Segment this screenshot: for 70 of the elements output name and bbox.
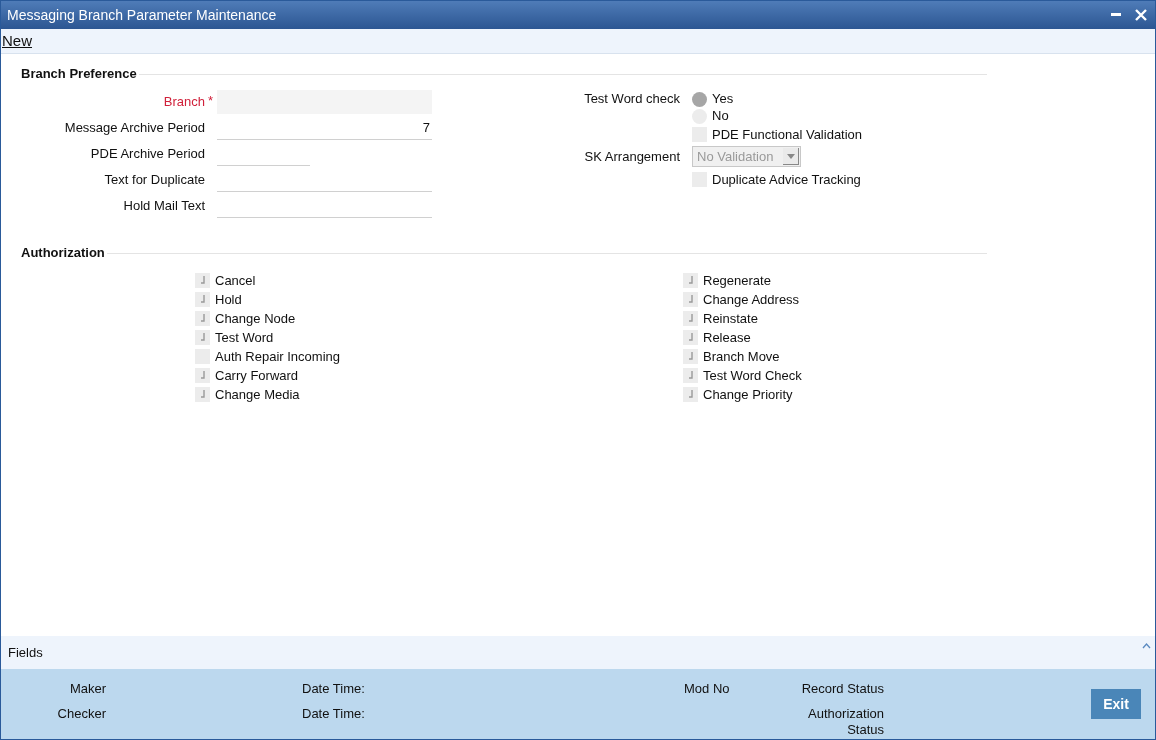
checked-checkbox[interactable] [195, 368, 210, 383]
fields-bar[interactable]: Fields [1, 636, 1155, 669]
collapse-icon[interactable] [1142, 643, 1151, 649]
checked-checkbox[interactable] [683, 387, 698, 402]
exit-button[interactable]: Exit [1091, 689, 1141, 719]
checkbox-label: Carry Forward [214, 366, 299, 385]
radio-button[interactable] [692, 91, 707, 107]
tick-icon [199, 295, 206, 304]
checkbox-label: Change Priority [702, 385, 793, 404]
option-label: Yes [711, 90, 734, 109]
field-label: Message Archive Period [63, 118, 205, 137]
field-label: SK Arrangement [583, 147, 681, 166]
tick-icon [687, 276, 694, 285]
tick-icon [687, 333, 694, 342]
tick-icon [687, 390, 694, 399]
window-title: Messaging Branch Parameter Maintenance [7, 5, 277, 25]
close-icon[interactable] [1135, 9, 1147, 21]
checked-checkbox[interactable] [683, 330, 698, 345]
checkbox-label: Change Node [214, 309, 296, 328]
tick-icon [687, 352, 694, 361]
audit-label: Record Status [800, 681, 884, 696]
tick-icon [199, 371, 206, 380]
checkbox-label: Auth Repair Incoming [214, 347, 340, 366]
checkbox-label: Cancel [214, 271, 256, 290]
section-heading: Authorization [21, 243, 106, 262]
checked-checkbox[interactable] [195, 292, 210, 307]
tick-icon [199, 276, 206, 285]
minimize-icon[interactable] [1111, 13, 1121, 17]
audit-label: Checker [56, 706, 106, 721]
tick-icon [199, 333, 206, 342]
audit-label: Date Time: [302, 706, 366, 721]
field-label: Branch [162, 92, 205, 111]
checked-checkbox[interactable] [195, 311, 210, 326]
checked-checkbox[interactable] [683, 273, 698, 288]
checked-checkbox[interactable] [683, 368, 698, 383]
section-heading: Branch Preference [21, 65, 138, 83]
required-mark: * [207, 91, 215, 110]
audit-label: Mod No [684, 681, 730, 696]
tick-icon [199, 314, 206, 323]
checked-checkbox[interactable] [683, 349, 698, 364]
checkbox-label: Test Word Check [702, 366, 802, 385]
checkbox-label: Change Media [214, 385, 300, 404]
checkbox-label: Change Address [702, 290, 800, 309]
checked-checkbox[interactable] [195, 273, 210, 288]
checkbox-label: Duplicate Advice Tracking [711, 170, 861, 189]
field-label: Text for Duplicate [103, 170, 205, 189]
checkbox-label: Release [702, 328, 751, 347]
field-label: PDE Archive Period [89, 144, 205, 163]
checked-checkbox[interactable] [195, 387, 210, 402]
field-label: Hold Mail Text [122, 196, 205, 215]
checkbox-label: Reinstate [702, 309, 758, 328]
field-label: Test Word check [583, 90, 681, 109]
radio-button[interactable] [692, 108, 707, 124]
checked-checkbox[interactable] [683, 311, 698, 326]
checkbox-label: PDE Functional Validation [711, 125, 863, 144]
new-link[interactable]: New [1, 29, 32, 53]
audit-label: Date Time: [302, 681, 366, 696]
audit-label: Authorization Status [807, 706, 884, 738]
tick-icon [687, 314, 694, 323]
audit-label: Maker [68, 681, 106, 696]
option-label: No [711, 107, 729, 126]
checkbox-label: Regenerate [702, 271, 771, 290]
checked-checkbox[interactable] [195, 330, 210, 345]
tick-icon [687, 371, 694, 380]
checkbox-label: Branch Move [702, 347, 780, 366]
checkbox-label: Hold [214, 290, 242, 309]
checkbox-label: Test Word [214, 328, 274, 347]
tick-icon [199, 390, 206, 399]
checked-checkbox[interactable] [683, 292, 698, 307]
tick-icon [687, 295, 694, 304]
